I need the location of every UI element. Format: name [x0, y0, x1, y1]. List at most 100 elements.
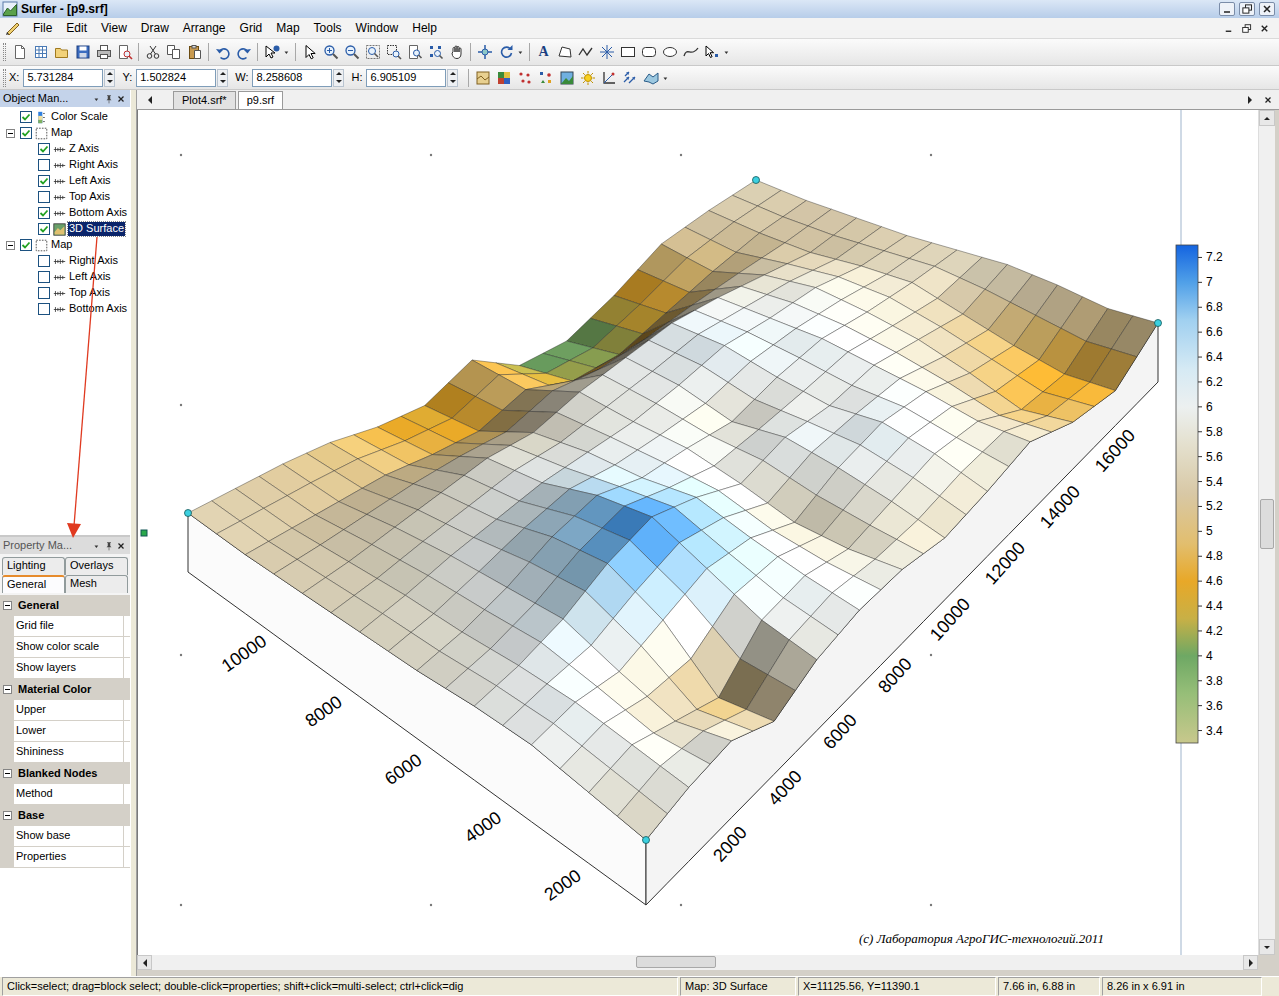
spin-button[interactable] — [104, 69, 115, 87]
redo-button[interactable] — [233, 42, 254, 63]
zoomsel-button[interactable] — [425, 42, 446, 63]
visibility-checkbox[interactable] — [38, 207, 50, 219]
property-value[interactable] — [123, 658, 130, 679]
scroll-thumb[interactable] — [636, 956, 716, 968]
zoomin-button[interactable] — [320, 42, 341, 63]
save-button[interactable] — [72, 42, 93, 63]
scroll-down-button[interactable] — [1259, 939, 1275, 955]
symbol-button[interactable] — [596, 42, 617, 63]
pane-dropdown-button[interactable] — [91, 540, 103, 552]
preview-button[interactable] — [114, 42, 135, 63]
visibility-checkbox[interactable] — [38, 159, 50, 171]
tree-item[interactable]: Top Axis — [0, 285, 130, 301]
property-tab[interactable]: General — [2, 575, 65, 593]
position-input[interactable]: 8.258608 — [252, 69, 332, 87]
document-tab[interactable]: p9.srf — [238, 91, 284, 109]
document-minimize-button[interactable] — [1221, 22, 1235, 35]
visibility-checkbox[interactable] — [38, 175, 50, 187]
visibility-checkbox[interactable] — [38, 287, 50, 299]
tree-item[interactable]: Map — [0, 237, 130, 253]
copy-button[interactable] — [163, 42, 184, 63]
property-row[interactable]: Lower — [0, 721, 130, 742]
tree-item[interactable]: Bottom Axis — [0, 301, 130, 317]
menu-item[interactable]: Grid — [233, 20, 270, 36]
category-toggle[interactable] — [3, 769, 12, 778]
document-close-button[interactable] — [1257, 22, 1271, 35]
pane-splitter[interactable] — [130, 90, 137, 976]
dropdown-button[interactable] — [282, 42, 292, 63]
visibility-checkbox[interactable] — [38, 191, 50, 203]
zoompage-button[interactable] — [404, 42, 425, 63]
menu-item[interactable]: Draw — [134, 20, 176, 36]
document-restore-button[interactable] — [1239, 22, 1253, 35]
minimize-button[interactable] — [1219, 2, 1235, 16]
category-toggle[interactable] — [3, 685, 12, 694]
menu-item[interactable]: View — [94, 20, 134, 36]
menu-item[interactable]: File — [26, 20, 59, 36]
move3d-button[interactable] — [474, 42, 495, 63]
property-row[interactable]: Show base — [0, 826, 130, 847]
open-button[interactable] — [51, 42, 72, 63]
menu-item[interactable]: Help — [405, 20, 444, 36]
property-value[interactable] — [123, 742, 130, 763]
rect-button[interactable] — [617, 42, 638, 63]
visibility-checkbox[interactable] — [20, 111, 32, 123]
scroll-right-button[interactable] — [1243, 955, 1258, 970]
horizontal-scrollbar[interactable] — [137, 955, 1258, 970]
color-scale-bar[interactable] — [1176, 245, 1198, 743]
property-value[interactable] — [123, 637, 130, 658]
property-value[interactable] — [123, 616, 130, 637]
tree-item[interactable]: Map — [0, 125, 130, 141]
property-row[interactable]: Method — [0, 784, 130, 805]
property-row[interactable]: Show color scale — [0, 637, 130, 658]
document-tab[interactable]: Plot4.srf* — [173, 91, 236, 109]
property-category[interactable]: Base — [0, 805, 130, 826]
surface3d-button[interactable] — [640, 67, 661, 88]
roundrect-button[interactable] — [638, 42, 659, 63]
toolbar-grip[interactable] — [3, 69, 6, 87]
visibility-checkbox[interactable] — [38, 255, 50, 267]
polygon-button[interactable] — [554, 42, 575, 63]
category-toggle[interactable] — [3, 601, 12, 610]
position-input[interactable]: 5.731284 — [23, 69, 103, 87]
tree-item[interactable]: Left Axis — [0, 269, 130, 285]
dropdown-button[interactable] — [661, 67, 671, 88]
property-row[interactable]: Upper — [0, 700, 130, 721]
plot-canvas[interactable]: 1000080006000400020002000400060008000100… — [137, 110, 1258, 955]
selection-handle[interactable] — [643, 837, 650, 844]
pane-pin-button[interactable] — [103, 540, 115, 552]
property-row[interactable]: Shininess — [0, 742, 130, 763]
axes-button[interactable] — [598, 67, 619, 88]
tabs-left-button[interactable] — [143, 93, 157, 107]
property-value[interactable] — [123, 847, 130, 868]
zoomout-button[interactable] — [341, 42, 362, 63]
spin-button[interactable] — [447, 69, 458, 87]
classpost-button[interactable] — [535, 67, 556, 88]
menu-item[interactable]: Window — [349, 20, 406, 36]
position-input[interactable]: 6.905109 — [366, 69, 446, 87]
menu-item[interactable]: Edit — [59, 20, 94, 36]
map-drawing[interactable]: 1000080006000400020002000400060008000100… — [138, 110, 1258, 955]
scroll-left-button[interactable] — [137, 955, 152, 970]
selection-handle[interactable] — [1155, 320, 1162, 327]
property-value[interactable] — [123, 826, 130, 847]
light-button[interactable] — [577, 67, 598, 88]
selection-handle[interactable] — [185, 510, 192, 517]
expand-toggle[interactable] — [6, 241, 15, 250]
undo-button[interactable] — [212, 42, 233, 63]
tree-item[interactable]: Right Axis — [0, 253, 130, 269]
property-row[interactable]: Grid file — [0, 616, 130, 637]
property-category[interactable]: Blanked Nodes — [0, 763, 130, 784]
print-button[interactable] — [93, 42, 114, 63]
scroll-thumb[interactable] — [1260, 499, 1274, 549]
property-category[interactable]: Material Color — [0, 679, 130, 700]
tree-item[interactable]: Z Axis — [0, 141, 130, 157]
tree-item[interactable]: Left Axis — [0, 173, 130, 189]
property-tab[interactable]: Mesh — [65, 575, 128, 593]
property-row[interactable]: Properties — [0, 847, 130, 868]
reshape-button[interactable] — [701, 42, 722, 63]
zoomrect-button[interactable] — [383, 42, 404, 63]
post-button[interactable] — [514, 67, 535, 88]
property-category[interactable]: General — [0, 595, 130, 616]
property-tab[interactable]: Overlays — [65, 557, 128, 575]
